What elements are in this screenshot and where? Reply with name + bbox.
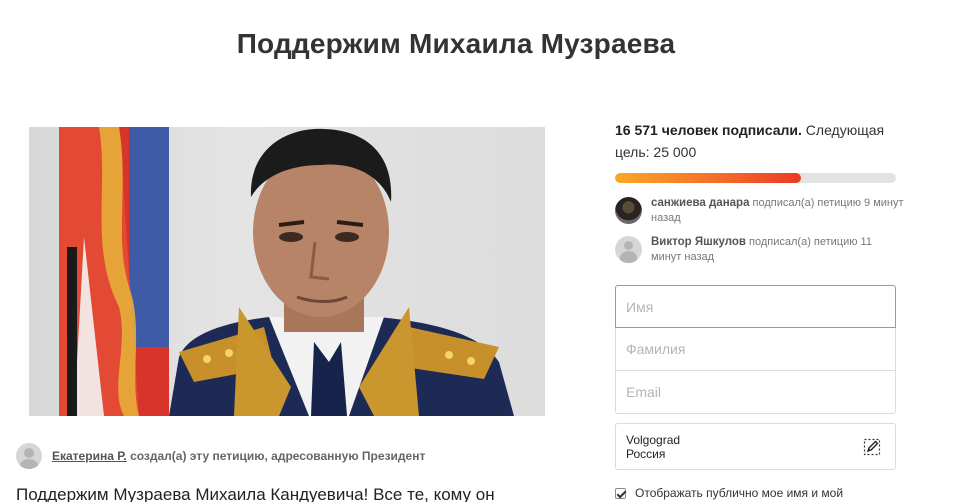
last-name-input[interactable] xyxy=(615,328,896,371)
petition-creator: Екатерина Р. создал(а) эту петицию, адре… xyxy=(16,443,425,469)
country-value: Россия xyxy=(626,447,666,461)
creator-avatar-icon xyxy=(16,443,42,469)
petition-photo xyxy=(29,127,545,416)
petition-photo-image xyxy=(59,127,514,416)
signed-count: 16 571 человек подписали. xyxy=(615,122,802,138)
page-title: Поддержим Михаила Музраева xyxy=(236,28,676,59)
petition-description: Поддержим Музраева Михаила Кандуевича! В… xyxy=(16,485,495,502)
creator-name-link[interactable]: Екатерина Р. xyxy=(52,449,127,463)
signer-name: Виктор Яшкулов xyxy=(651,236,746,248)
first-name-input[interactable] xyxy=(615,285,896,328)
edit-pencil-icon[interactable] xyxy=(863,438,881,456)
email-input[interactable] xyxy=(615,371,896,414)
sign-form xyxy=(615,285,896,414)
recent-signer: санжиева данара подписал(а) петицию 9 ми… xyxy=(615,196,905,226)
signer-name: санжиева данара xyxy=(651,197,750,209)
recent-signer: Виктор Яшкулов подписал(а) петицию 11 ми… xyxy=(615,235,905,265)
location-field[interactable]: Volgograd Россия xyxy=(615,423,896,470)
show-publicly-checkbox[interactable] xyxy=(615,487,626,499)
user-photo-icon xyxy=(615,197,642,224)
city-value: Volgograd xyxy=(626,433,681,447)
show-publicly-option[interactable]: Отображать публично мое имя и мой xyxy=(615,486,843,500)
creator-description: создал(а) эту петицию, адресованную През… xyxy=(126,449,426,463)
signature-count: 16 571 человек подписали. Следующая цель… xyxy=(615,119,905,163)
progress-fill xyxy=(615,173,802,183)
show-publicly-label: Отображать публично мое имя и мой xyxy=(635,486,844,500)
signature-progress-bar xyxy=(615,173,896,183)
default-user-icon xyxy=(615,236,642,263)
